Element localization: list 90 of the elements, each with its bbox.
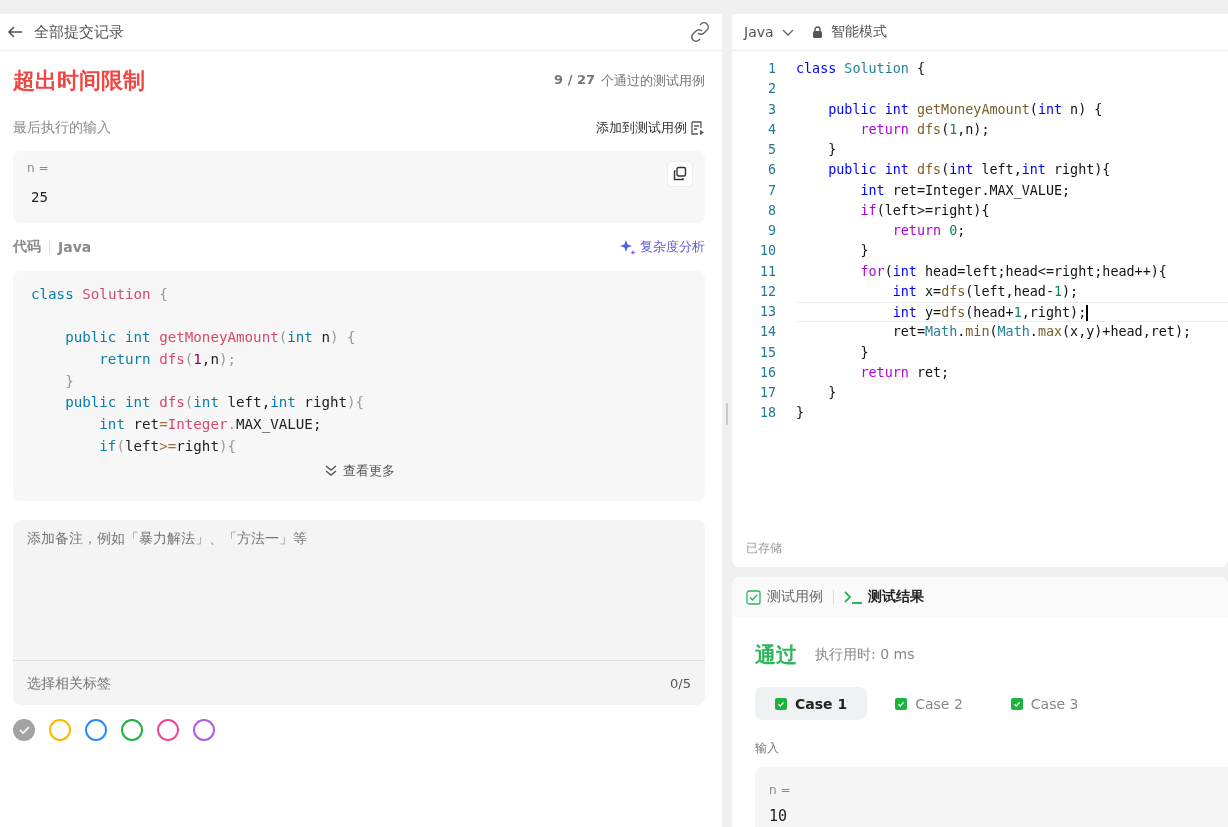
code-line: } <box>827 384 838 402</box>
code-line: int y=dfs(head+1,right); <box>796 302 1228 323</box>
line-number: 16 <box>758 363 776 382</box>
sparkle-icon <box>619 238 636 256</box>
passed-count: 9 / 27 <box>554 72 595 89</box>
code-line: } <box>64 371 75 391</box>
check-icon <box>895 697 908 710</box>
line-number: 7 <box>766 181 776 200</box>
note-field[interactable]: 添加备注，例如「暴力解法」、「方法一」等 <box>13 520 705 661</box>
verdict-title: 通过 <box>755 642 797 669</box>
language-dropdown[interactable]: Java <box>744 24 794 40</box>
line-number: 5 <box>766 141 776 159</box>
section-label: 输入 <box>754 740 780 757</box>
line-number: 1 <box>766 60 776 78</box>
color-tag[interactable] <box>193 719 215 741</box>
code-line: } <box>859 343 870 362</box>
case-tab[interactable]: Case 3 <box>990 687 1099 720</box>
terminal-icon <box>844 589 862 605</box>
code-line: public int dfs(int left,int right){ <box>64 393 366 413</box>
tag-count: 0/5 <box>670 676 691 691</box>
section-label: 最后执行的输入 <box>13 119 111 137</box>
color-tag[interactable] <box>49 719 71 741</box>
code-line: return dfs(1,n); <box>98 350 238 370</box>
line-number: 11 <box>758 262 776 281</box>
code-line: } <box>827 141 838 159</box>
line-number: 9 <box>766 222 776 240</box>
line-number: 14 <box>758 323 776 342</box>
color-tag[interactable] <box>157 719 179 741</box>
code-line: class Solution { <box>795 60 926 78</box>
line-number: 12 <box>758 282 776 301</box>
check-icon <box>17 724 31 736</box>
line-number: 3 <box>766 100 776 119</box>
code-line: int ret=Integer.MAX_VALUE; <box>98 415 323 435</box>
copy-button[interactable] <box>667 161 693 187</box>
code-line: } <box>795 404 806 423</box>
line-number: 8 <box>766 201 776 220</box>
line-number: 2 <box>766 80 776 99</box>
line-number: 4 <box>766 120 776 139</box>
line-number: 13 <box>758 303 776 321</box>
code-line: return 0; <box>891 222 967 240</box>
chevron-down-icon <box>781 28 794 36</box>
input-name: n = <box>27 161 49 175</box>
code-line: for(int head=left;head<=right;head++){ <box>859 262 1168 281</box>
check-icon <box>1010 697 1023 710</box>
code-line: int ret=Integer.MAX_VALUE; <box>859 181 1072 201</box>
code-line: if(left>=right){ <box>859 201 991 220</box>
copy-icon <box>672 166 688 182</box>
code-line: return dfs(1,n); <box>859 120 991 139</box>
line-number: 18 <box>758 404 776 423</box>
color-tag[interactable] <box>85 719 107 741</box>
show-more-button[interactable]: 查看更多 <box>323 461 395 480</box>
input-value: 10 <box>769 807 788 825</box>
line-number: 17 <box>758 384 776 402</box>
section-label: 代码 <box>13 238 41 256</box>
color-tag[interactable] <box>13 719 35 741</box>
line-number: 15 <box>758 343 776 362</box>
color-tag[interactable] <box>121 719 143 741</box>
code-line: int x=dfs(left,head-1); <box>891 282 1080 301</box>
language-label: Java <box>58 239 92 255</box>
panel-tab[interactable]: 测试结果 <box>844 588 924 606</box>
link-icon[interactable] <box>690 22 710 42</box>
passed-label: 个通过的测试用例 <box>601 72 705 90</box>
code-line: public int getMoneyAmount(int n) { <box>64 328 357 348</box>
code-line: public int dfs(int left,int right){ <box>827 161 1112 180</box>
back-link[interactable]: 全部提交记录 <box>34 22 680 42</box>
verdict-title: 超出时间限制 <box>13 67 145 95</box>
code-line: public int getMoneyAmount(int n) { <box>827 100 1104 119</box>
panel-tab[interactable]: 测试用例 <box>746 588 823 606</box>
code-line: class Solution { <box>31 285 169 304</box>
complexity-analysis-link[interactable]: 复杂度分析 <box>619 238 705 256</box>
case-tab[interactable]: Case 2 <box>875 687 983 720</box>
line-number: 10 <box>758 242 776 261</box>
text-cursor <box>1086 305 1089 321</box>
line-number: 6 <box>766 161 776 180</box>
code-line: ret=Math.min(Math.max(x,y)+head,ret); <box>891 323 1193 342</box>
input-value: 25 <box>31 189 48 205</box>
checkbox-icon <box>746 589 761 605</box>
code-line: if(left>=right){ <box>98 436 238 456</box>
check-icon <box>775 697 787 710</box>
runtime-label: 执行用时: 0 ms <box>815 646 915 664</box>
code-line: } <box>859 242 870 261</box>
lock-icon <box>811 26 823 38</box>
add-to-testcases-button[interactable]: 添加到测试用例 <box>596 119 705 137</box>
code-line: return ret; <box>859 363 951 382</box>
add-file-icon <box>689 120 705 136</box>
mode-label: 智能模式 <box>830 23 887 41</box>
double-chevron-icon <box>323 464 338 477</box>
save-status: 已存储 <box>746 540 782 557</box>
input-name: n = <box>769 783 791 797</box>
case-tab[interactable]: Case 1 <box>755 687 868 720</box>
